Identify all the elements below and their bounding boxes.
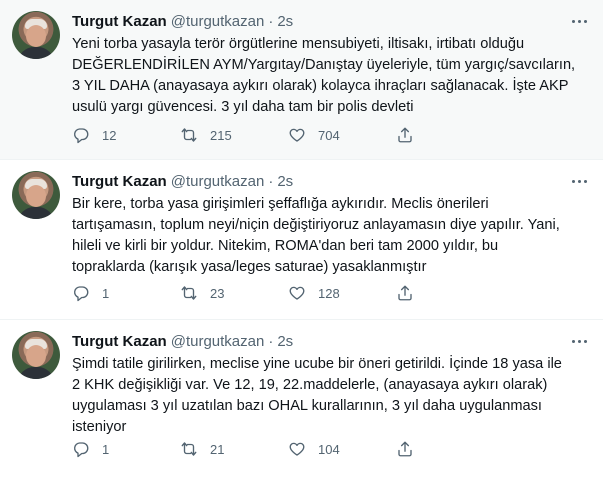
separator: · (268, 332, 274, 350)
reply-button[interactable]: 1 (72, 440, 180, 458)
tweet-text: Yeni torba yasayla terör örgütlerine men… (72, 36, 576, 115)
retweet-button[interactable]: 23 (180, 284, 288, 302)
retweet-icon (181, 128, 197, 142)
avatar[interactable] (12, 11, 60, 59)
separator: · (268, 12, 274, 30)
reply-icon (74, 128, 89, 144)
more-icon[interactable] (569, 12, 589, 30)
author-name[interactable]: Turgut Kazan (72, 333, 167, 350)
heart-icon (289, 128, 305, 142)
tweet-header: Turgut Kazan @turgutkazan · 2s (72, 171, 293, 191)
tweet-text: Şimdi tatile girilirken, meclise yine uc… (72, 356, 562, 435)
like-button[interactable]: 128 (288, 284, 396, 302)
action-bar: 12 215 704 (72, 123, 502, 147)
reply-button[interactable]: 1 (72, 284, 180, 302)
reply-count: 1 (102, 285, 110, 301)
more-icon[interactable] (569, 332, 589, 350)
reply-count: 1 (102, 441, 110, 457)
tweet-header: Turgut Kazan @turgutkazan · 2s (72, 11, 293, 31)
avatar[interactable] (12, 331, 60, 379)
tweet-header: Turgut Kazan @turgutkazan · 2s (72, 331, 293, 351)
retweet-count: 215 (210, 127, 232, 143)
timestamp[interactable]: 2s (277, 333, 293, 350)
heart-icon (289, 442, 305, 456)
share-button[interactable] (396, 284, 416, 302)
retweet-count: 21 (210, 441, 225, 457)
avatar[interactable] (12, 171, 60, 219)
retweet-count: 23 (210, 285, 225, 301)
tweet[interactable]: Turgut Kazan @turgutkazan · 2s Bir kere,… (0, 160, 603, 320)
separator: · (268, 172, 274, 190)
retweet-button[interactable]: 215 (180, 126, 288, 144)
heart-icon (289, 286, 305, 300)
share-icon (398, 441, 412, 457)
share-button[interactable] (396, 440, 416, 458)
retweet-icon (181, 442, 197, 456)
retweet-icon (181, 286, 197, 300)
tweet-text: Bir kere, torba yasa girişimleri şeffafl… (72, 196, 560, 275)
author-handle[interactable]: @turgutkazan (171, 13, 265, 30)
retweet-button[interactable]: 21 (180, 440, 288, 458)
author-handle[interactable]: @turgutkazan (171, 333, 265, 350)
timestamp[interactable]: 2s (277, 173, 293, 190)
more-icon[interactable] (569, 172, 589, 190)
like-count: 104 (318, 441, 340, 457)
author-name[interactable]: Turgut Kazan (72, 13, 167, 30)
like-count: 704 (318, 127, 340, 143)
reply-icon (74, 442, 89, 458)
tweet[interactable]: Turgut Kazan @turgutkazan · 2s Yeni torb… (0, 0, 603, 160)
reply-icon (74, 286, 89, 302)
like-button[interactable]: 704 (288, 126, 396, 144)
share-icon (398, 127, 412, 143)
like-button[interactable]: 104 (288, 440, 396, 458)
reply-count: 12 (102, 127, 117, 143)
share-icon (398, 285, 412, 301)
reply-button[interactable]: 12 (72, 126, 180, 144)
tweet[interactable]: Turgut Kazan @turgutkazan · 2s Şimdi tat… (0, 320, 603, 482)
like-count: 128 (318, 285, 340, 301)
action-bar: 1 21 104 (72, 437, 502, 461)
author-name[interactable]: Turgut Kazan (72, 173, 167, 190)
timestamp[interactable]: 2s (277, 13, 293, 30)
action-bar: 1 23 128 (72, 281, 502, 305)
share-button[interactable] (396, 126, 416, 144)
author-handle[interactable]: @turgutkazan (171, 173, 265, 190)
